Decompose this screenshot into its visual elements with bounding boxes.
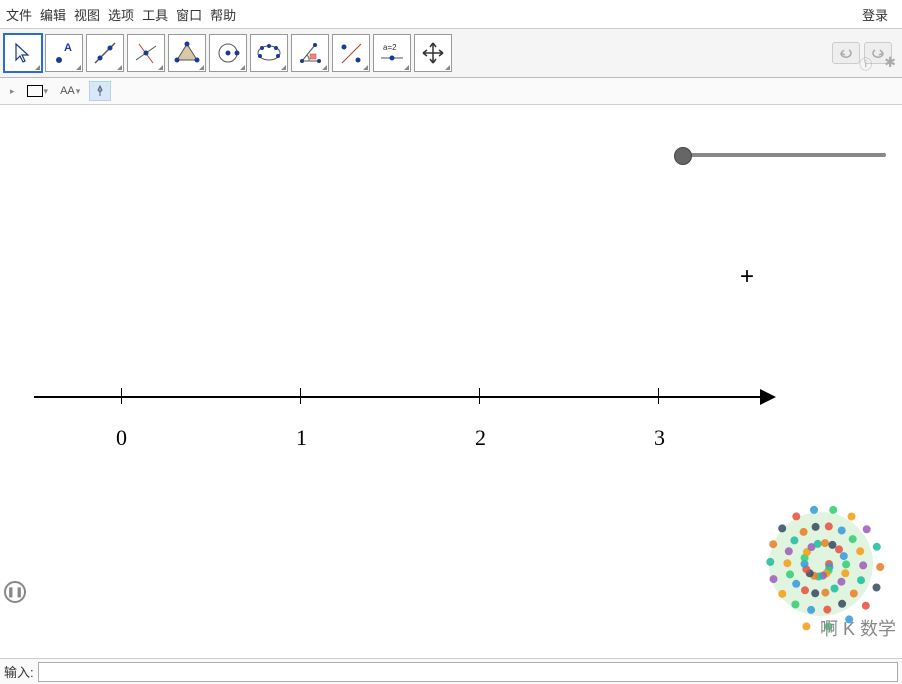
graphics-canvas[interactable]: + 0 1 2 3 啊 K 数学 ❚❚ [0,105,902,645]
menu-window[interactable]: 窗口 [176,5,202,24]
watermark-logo [746,489,896,639]
axis-arrow-icon [760,389,776,405]
axis-tick [658,388,659,404]
menu-tools[interactable]: 工具 [142,5,168,24]
slider-tool[interactable]: a=2 [373,34,411,72]
graphics-view-toggle[interactable]: ▸ [6,82,18,100]
pin-button[interactable] [89,81,111,101]
input-bar: 输入: [0,658,902,684]
polygon-icon [174,40,200,66]
menu-file[interactable]: 文件 [6,5,32,24]
axis-label: 3 [654,425,665,451]
menu-view[interactable]: 视图 [74,5,100,24]
style-bar: ▸ ▾ AA▾ [0,78,902,105]
perp-tool[interactable] [127,34,165,72]
menu-options[interactable]: 选项 [108,5,134,24]
point-icon: A [51,40,77,66]
reflect-tool[interactable] [332,34,370,72]
font-size-picker[interactable]: AA▾ [57,82,83,100]
axis-label: 2 [475,425,486,451]
slider-icon: a=2 [377,40,407,66]
command-input[interactable] [38,662,898,682]
crosshair-cursor: + [740,263,754,291]
slider-track[interactable] [680,153,886,157]
menu-edit[interactable]: 编辑 [40,5,66,24]
svg-text:a=2: a=2 [383,43,397,52]
polygon-tool[interactable] [168,34,206,72]
reflect-icon [338,40,364,66]
axis-tick [300,388,301,404]
input-label: 输入: [4,662,34,681]
cursor-icon [12,42,34,64]
move-tool[interactable] [4,34,42,72]
axis-tick [121,388,122,404]
number-line-axis [34,396,764,398]
circle-tool[interactable] [209,34,247,72]
axis-tick [479,388,480,404]
axis-label: 0 [116,425,127,451]
slider-knob[interactable] [674,147,692,165]
menu-bar: 文件 编辑 视图 选项 工具 窗口 帮助 登录 [0,0,902,29]
translate-icon [420,40,446,66]
menu-help[interactable]: 帮助 [210,5,236,24]
ellipse-tool[interactable] [250,34,288,72]
pin-icon [94,85,106,97]
perp-icon [133,40,159,66]
color-picker[interactable]: ▾ [24,82,52,100]
angle-tool[interactable] [291,34,329,72]
point-tool[interactable]: A [45,34,83,72]
ellipse-icon [256,40,282,66]
angle-icon [297,40,323,66]
axis-label: 1 [296,425,307,451]
watermark-text: 啊 K 数学 [820,615,896,641]
line-tool[interactable] [86,34,124,72]
line-icon [92,40,118,66]
help-icon[interactable]: ⓘ [859,54,872,73]
undo-icon [838,47,854,59]
svg-text:A: A [64,42,72,54]
menu-login[interactable]: 登录 [862,5,888,24]
circle-icon [215,40,241,66]
undo-button[interactable] [832,42,860,64]
settings-icon[interactable]: ✱ [884,54,896,73]
main-toolbar: A a=2 [0,29,902,78]
play-pause-button[interactable]: ❚❚ [4,581,26,603]
translate-tool[interactable] [414,34,452,72]
